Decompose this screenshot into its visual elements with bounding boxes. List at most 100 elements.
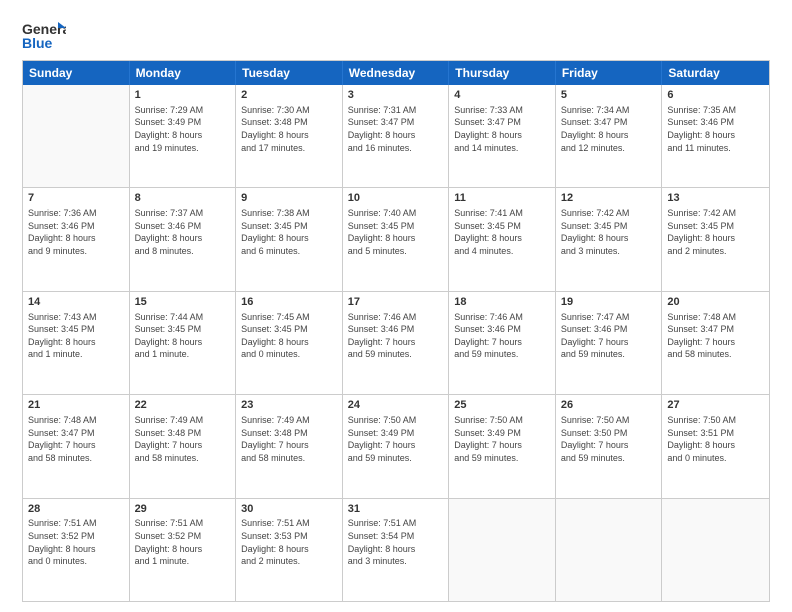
day-info: Sunrise: 7:49 AM Sunset: 3:48 PM Dayligh… xyxy=(241,414,337,464)
day-info: Sunrise: 7:50 AM Sunset: 3:49 PM Dayligh… xyxy=(454,414,550,464)
cal-day-30: 30Sunrise: 7:51 AM Sunset: 3:53 PM Dayli… xyxy=(236,499,343,601)
day-info: Sunrise: 7:50 AM Sunset: 3:51 PM Dayligh… xyxy=(667,414,764,464)
day-number: 4 xyxy=(454,88,550,103)
cal-day-4: 4Sunrise: 7:33 AM Sunset: 3:47 PM Daylig… xyxy=(449,85,556,187)
day-number: 22 xyxy=(135,398,231,413)
cal-day-24: 24Sunrise: 7:50 AM Sunset: 3:49 PM Dayli… xyxy=(343,395,450,497)
cal-header-tuesday: Tuesday xyxy=(236,61,343,85)
day-number: 3 xyxy=(348,88,444,103)
cal-day-11: 11Sunrise: 7:41 AM Sunset: 3:45 PM Dayli… xyxy=(449,188,556,290)
cal-week-2: 7Sunrise: 7:36 AM Sunset: 3:46 PM Daylig… xyxy=(23,187,769,290)
cal-week-5: 28Sunrise: 7:51 AM Sunset: 3:52 PM Dayli… xyxy=(23,498,769,601)
day-number: 1 xyxy=(135,88,231,103)
day-info: Sunrise: 7:47 AM Sunset: 3:46 PM Dayligh… xyxy=(561,311,657,361)
day-number: 25 xyxy=(454,398,550,413)
cal-day-18: 18Sunrise: 7:46 AM Sunset: 3:46 PM Dayli… xyxy=(449,292,556,394)
day-number: 14 xyxy=(28,295,124,310)
day-info: Sunrise: 7:50 AM Sunset: 3:50 PM Dayligh… xyxy=(561,414,657,464)
cal-week-3: 14Sunrise: 7:43 AM Sunset: 3:45 PM Dayli… xyxy=(23,291,769,394)
cal-day-6: 6Sunrise: 7:35 AM Sunset: 3:46 PM Daylig… xyxy=(662,85,769,187)
cal-empty xyxy=(23,85,130,187)
cal-day-9: 9Sunrise: 7:38 AM Sunset: 3:45 PM Daylig… xyxy=(236,188,343,290)
day-info: Sunrise: 7:34 AM Sunset: 3:47 PM Dayligh… xyxy=(561,104,657,154)
calendar-header-row: SundayMondayTuesdayWednesdayThursdayFrid… xyxy=(23,61,769,85)
day-number: 20 xyxy=(667,295,764,310)
cal-day-8: 8Sunrise: 7:37 AM Sunset: 3:46 PM Daylig… xyxy=(130,188,237,290)
cal-day-3: 3Sunrise: 7:31 AM Sunset: 3:47 PM Daylig… xyxy=(343,85,450,187)
day-info: Sunrise: 7:40 AM Sunset: 3:45 PM Dayligh… xyxy=(348,207,444,257)
day-number: 7 xyxy=(28,191,124,206)
day-number: 5 xyxy=(561,88,657,103)
day-info: Sunrise: 7:48 AM Sunset: 3:47 PM Dayligh… xyxy=(28,414,124,464)
day-number: 13 xyxy=(667,191,764,206)
day-info: Sunrise: 7:44 AM Sunset: 3:45 PM Dayligh… xyxy=(135,311,231,361)
day-number: 8 xyxy=(135,191,231,206)
day-number: 18 xyxy=(454,295,550,310)
logo-icon: General Blue xyxy=(22,18,66,54)
cal-week-4: 21Sunrise: 7:48 AM Sunset: 3:47 PM Dayli… xyxy=(23,394,769,497)
day-number: 19 xyxy=(561,295,657,310)
day-info: Sunrise: 7:49 AM Sunset: 3:48 PM Dayligh… xyxy=(135,414,231,464)
cal-empty xyxy=(662,499,769,601)
day-number: 27 xyxy=(667,398,764,413)
day-info: Sunrise: 7:45 AM Sunset: 3:45 PM Dayligh… xyxy=(241,311,337,361)
day-number: 15 xyxy=(135,295,231,310)
day-number: 23 xyxy=(241,398,337,413)
cal-header-sunday: Sunday xyxy=(23,61,130,85)
day-info: Sunrise: 7:50 AM Sunset: 3:49 PM Dayligh… xyxy=(348,414,444,464)
cal-day-22: 22Sunrise: 7:49 AM Sunset: 3:48 PM Dayli… xyxy=(130,395,237,497)
cal-day-5: 5Sunrise: 7:34 AM Sunset: 3:47 PM Daylig… xyxy=(556,85,663,187)
svg-text:Blue: Blue xyxy=(22,35,53,51)
day-info: Sunrise: 7:51 AM Sunset: 3:53 PM Dayligh… xyxy=(241,517,337,567)
cal-day-2: 2Sunrise: 7:30 AM Sunset: 3:48 PM Daylig… xyxy=(236,85,343,187)
day-number: 2 xyxy=(241,88,337,103)
cal-empty xyxy=(556,499,663,601)
cal-header-friday: Friday xyxy=(556,61,663,85)
cal-header-wednesday: Wednesday xyxy=(343,61,450,85)
calendar-body: 1Sunrise: 7:29 AM Sunset: 3:49 PM Daylig… xyxy=(23,85,769,601)
day-number: 10 xyxy=(348,191,444,206)
cal-day-23: 23Sunrise: 7:49 AM Sunset: 3:48 PM Dayli… xyxy=(236,395,343,497)
day-number: 30 xyxy=(241,502,337,517)
day-info: Sunrise: 7:43 AM Sunset: 3:45 PM Dayligh… xyxy=(28,311,124,361)
day-number: 26 xyxy=(561,398,657,413)
day-info: Sunrise: 7:51 AM Sunset: 3:52 PM Dayligh… xyxy=(28,517,124,567)
cal-empty xyxy=(449,499,556,601)
day-info: Sunrise: 7:33 AM Sunset: 3:47 PM Dayligh… xyxy=(454,104,550,154)
day-info: Sunrise: 7:46 AM Sunset: 3:46 PM Dayligh… xyxy=(348,311,444,361)
cal-day-20: 20Sunrise: 7:48 AM Sunset: 3:47 PM Dayli… xyxy=(662,292,769,394)
day-info: Sunrise: 7:30 AM Sunset: 3:48 PM Dayligh… xyxy=(241,104,337,154)
cal-day-16: 16Sunrise: 7:45 AM Sunset: 3:45 PM Dayli… xyxy=(236,292,343,394)
page: General Blue SundayMondayTuesdayWednesda… xyxy=(0,0,792,612)
cal-day-17: 17Sunrise: 7:46 AM Sunset: 3:46 PM Dayli… xyxy=(343,292,450,394)
cal-day-19: 19Sunrise: 7:47 AM Sunset: 3:46 PM Dayli… xyxy=(556,292,663,394)
day-number: 11 xyxy=(454,191,550,206)
cal-header-saturday: Saturday xyxy=(662,61,769,85)
cal-day-12: 12Sunrise: 7:42 AM Sunset: 3:45 PM Dayli… xyxy=(556,188,663,290)
day-number: 17 xyxy=(348,295,444,310)
day-info: Sunrise: 7:42 AM Sunset: 3:45 PM Dayligh… xyxy=(667,207,764,257)
cal-day-26: 26Sunrise: 7:50 AM Sunset: 3:50 PM Dayli… xyxy=(556,395,663,497)
logo: General Blue xyxy=(22,18,66,54)
day-info: Sunrise: 7:46 AM Sunset: 3:46 PM Dayligh… xyxy=(454,311,550,361)
day-number: 9 xyxy=(241,191,337,206)
day-number: 31 xyxy=(348,502,444,517)
day-info: Sunrise: 7:36 AM Sunset: 3:46 PM Dayligh… xyxy=(28,207,124,257)
cal-day-1: 1Sunrise: 7:29 AM Sunset: 3:49 PM Daylig… xyxy=(130,85,237,187)
calendar: SundayMondayTuesdayWednesdayThursdayFrid… xyxy=(22,60,770,602)
day-info: Sunrise: 7:38 AM Sunset: 3:45 PM Dayligh… xyxy=(241,207,337,257)
cal-header-thursday: Thursday xyxy=(449,61,556,85)
cal-day-27: 27Sunrise: 7:50 AM Sunset: 3:51 PM Dayli… xyxy=(662,395,769,497)
day-number: 28 xyxy=(28,502,124,517)
day-info: Sunrise: 7:37 AM Sunset: 3:46 PM Dayligh… xyxy=(135,207,231,257)
day-info: Sunrise: 7:48 AM Sunset: 3:47 PM Dayligh… xyxy=(667,311,764,361)
day-info: Sunrise: 7:41 AM Sunset: 3:45 PM Dayligh… xyxy=(454,207,550,257)
day-info: Sunrise: 7:51 AM Sunset: 3:54 PM Dayligh… xyxy=(348,517,444,567)
cal-day-10: 10Sunrise: 7:40 AM Sunset: 3:45 PM Dayli… xyxy=(343,188,450,290)
day-number: 16 xyxy=(241,295,337,310)
cal-day-14: 14Sunrise: 7:43 AM Sunset: 3:45 PM Dayli… xyxy=(23,292,130,394)
cal-day-7: 7Sunrise: 7:36 AM Sunset: 3:46 PM Daylig… xyxy=(23,188,130,290)
cal-day-28: 28Sunrise: 7:51 AM Sunset: 3:52 PM Dayli… xyxy=(23,499,130,601)
day-info: Sunrise: 7:35 AM Sunset: 3:46 PM Dayligh… xyxy=(667,104,764,154)
cal-day-15: 15Sunrise: 7:44 AM Sunset: 3:45 PM Dayli… xyxy=(130,292,237,394)
